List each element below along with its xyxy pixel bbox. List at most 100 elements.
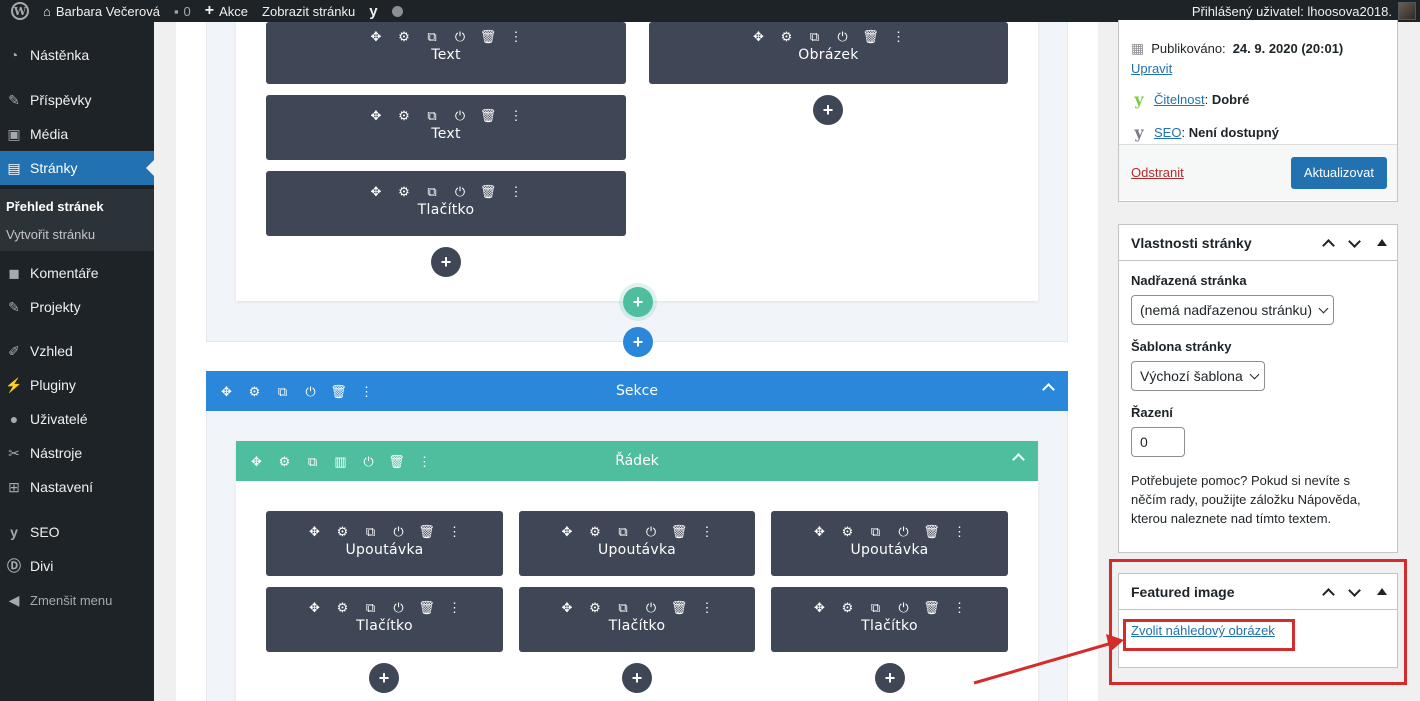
duplicate-icon[interactable]: ⧉ xyxy=(615,599,632,615)
gear-icon[interactable]: ⚙ xyxy=(334,599,351,615)
menu-item-plugins[interactable]: ⚡ Pluginy xyxy=(0,368,154,402)
module-text-2[interactable]: ✥ ⚙ ⧉ ⏻ 🗑 ⋮ Text xyxy=(266,95,626,160)
add-module-button[interactable]: + xyxy=(369,663,399,693)
gear-icon[interactable]: ⚙ xyxy=(396,107,413,123)
power-icon[interactable]: ⏻ xyxy=(895,523,912,539)
more-icon[interactable]: ⋮ xyxy=(446,599,463,615)
move-icon[interactable]: ✥ xyxy=(559,599,576,615)
more-icon[interactable]: ⋮ xyxy=(951,523,968,539)
move-icon[interactable]: ✥ xyxy=(248,453,265,469)
menu-item-comments[interactable]: ◼ Komentáře xyxy=(0,256,154,290)
update-button[interactable]: Aktualizovat xyxy=(1290,156,1387,189)
duplicate-icon[interactable]: ⧉ xyxy=(424,28,441,44)
add-row-button[interactable]: + xyxy=(623,287,653,317)
yoast-menu[interactable]: y xyxy=(362,0,384,22)
power-icon[interactable]: ⏻ xyxy=(452,107,469,123)
gear-icon[interactable]: ⚙ xyxy=(587,599,604,615)
power-icon[interactable]: ⏻ xyxy=(452,183,469,199)
move-up-chevron-icon[interactable] xyxy=(1321,236,1335,250)
power-icon[interactable]: ⏻ xyxy=(360,453,377,469)
module-button-2[interactable]: ✥ ⚙ ⧉ ⏻ 🗑 ⋮ Tlačítko xyxy=(266,587,503,652)
section-header-bar[interactable]: ✥ ⚙ ⧉ ⏻ 🗑 ⋮ Sekce xyxy=(206,371,1068,411)
comments-link[interactable]: ▪ 0 xyxy=(167,0,198,22)
collapse-chevron-icon[interactable] xyxy=(1012,451,1024,463)
trash-icon[interactable]: 🗑 xyxy=(862,28,879,44)
move-icon[interactable]: ✥ xyxy=(368,183,385,199)
power-icon[interactable]: ⏻ xyxy=(390,599,407,615)
parent-page-select[interactable]: (nemá nadřazenou stránku) xyxy=(1131,295,1334,325)
submenu-add-page[interactable]: Vytvořit stránku xyxy=(0,220,154,248)
menu-item-projects[interactable]: ✎ Projekty xyxy=(0,290,154,324)
collapse-menu-button[interactable]: ◀ Zmenšit menu xyxy=(0,583,154,617)
power-icon[interactable]: ⏻ xyxy=(834,28,851,44)
module-image[interactable]: ✥ ⚙ ⧉ ⏻ 🗑 ⋮ Obrázek xyxy=(649,22,1008,84)
trash-icon[interactable]: 🗑 xyxy=(480,183,497,199)
menu-item-pages[interactable]: ▤ Stránky xyxy=(0,151,154,185)
gear-icon[interactable]: ⚙ xyxy=(396,28,413,44)
duplicate-icon[interactable]: ⧉ xyxy=(304,453,321,469)
site-name-link[interactable]: ⌂ Barbara Večerová xyxy=(36,0,167,22)
more-icon[interactable]: ⋮ xyxy=(890,28,907,44)
module-blurb-2[interactable]: ✥ ⚙ ⧉ ⏻ 🗑 ⋮ Upoutávka xyxy=(519,511,755,576)
menu-item-appearance[interactable]: ✐ Vzhled xyxy=(0,334,154,368)
more-icon[interactable]: ⋮ xyxy=(508,28,525,44)
trash-icon[interactable]: 🗑 xyxy=(480,107,497,123)
power-icon[interactable]: ⏻ xyxy=(452,28,469,44)
gear-icon[interactable]: ⚙ xyxy=(839,599,856,615)
seo-link[interactable]: SEO xyxy=(1154,125,1181,140)
user-menu[interactable]: Přihlášený uživatel: lhoosova2018. xyxy=(1192,2,1420,20)
power-icon[interactable]: ⏻ xyxy=(643,523,660,539)
move-icon[interactable]: ✥ xyxy=(306,523,323,539)
power-icon[interactable]: ⏻ xyxy=(302,383,319,399)
menu-item-seo[interactable]: y SEO xyxy=(0,515,154,549)
more-icon[interactable]: ⋮ xyxy=(508,107,525,123)
duplicate-icon[interactable]: ⧉ xyxy=(274,383,291,399)
move-icon[interactable]: ✥ xyxy=(811,523,828,539)
duplicate-icon[interactable]: ⧉ xyxy=(867,523,884,539)
module-blurb-3[interactable]: ✥ ⚙ ⧉ ⏻ 🗑 ⋮ Upoutávka xyxy=(771,511,1008,576)
duplicate-icon[interactable]: ⧉ xyxy=(615,523,632,539)
duplicate-icon[interactable]: ⧉ xyxy=(424,183,441,199)
menu-item-divi[interactable]: Ⓓ Divi xyxy=(0,549,154,583)
trash-icon[interactable]: 🗑 xyxy=(671,599,688,615)
collapse-chevron-icon[interactable] xyxy=(1042,381,1054,393)
move-icon[interactable]: ✥ xyxy=(368,28,385,44)
toggle-panel-icon[interactable] xyxy=(1377,239,1387,246)
edit-date-link[interactable]: Upravit xyxy=(1131,61,1172,76)
more-icon[interactable]: ⋮ xyxy=(699,523,716,539)
trash-icon[interactable]: 🗑 xyxy=(923,523,940,539)
readability-link[interactable]: Čitelnost xyxy=(1154,92,1205,107)
menu-item-users[interactable]: ● Uživatelé xyxy=(0,402,154,436)
power-icon[interactable]: ⏻ xyxy=(643,599,660,615)
more-icon[interactable]: ⋮ xyxy=(446,523,463,539)
wordpress-logo-button[interactable]: W xyxy=(0,0,36,22)
delete-link[interactable]: Odstranit xyxy=(1131,165,1184,180)
move-icon[interactable]: ✥ xyxy=(306,599,323,615)
move-icon[interactable]: ✥ xyxy=(368,107,385,123)
move-icon[interactable]: ✥ xyxy=(811,599,828,615)
columns-icon[interactable]: ▥ xyxy=(332,453,349,469)
power-icon[interactable]: ⏻ xyxy=(895,599,912,615)
add-module-button[interactable]: + xyxy=(875,663,905,693)
more-icon[interactable]: ⋮ xyxy=(358,383,375,399)
order-input[interactable]: 0 xyxy=(1131,427,1185,457)
gear-icon[interactable]: ⚙ xyxy=(334,523,351,539)
more-icon[interactable]: ⋮ xyxy=(699,599,716,615)
gear-icon[interactable]: ⚙ xyxy=(587,523,604,539)
add-module-button[interactable]: + xyxy=(431,247,461,277)
trash-icon[interactable]: 🗑 xyxy=(923,599,940,615)
duplicate-icon[interactable]: ⧉ xyxy=(362,599,379,615)
move-icon[interactable]: ✥ xyxy=(750,28,767,44)
new-content-menu[interactable]: + Akce xyxy=(198,0,255,22)
menu-item-media[interactable]: ▣ Média xyxy=(0,117,154,151)
power-icon[interactable]: ⏻ xyxy=(390,523,407,539)
trash-icon[interactable]: 🗑 xyxy=(388,453,405,469)
add-module-button[interactable]: + xyxy=(622,663,652,693)
template-select[interactable]: Výchozí šablona xyxy=(1131,361,1265,391)
trash-icon[interactable]: 🗑 xyxy=(671,523,688,539)
menu-item-dashboard[interactable]: ◔ Nástěnka xyxy=(0,38,154,72)
trash-icon[interactable]: 🗑 xyxy=(480,28,497,44)
duplicate-icon[interactable]: ⧉ xyxy=(362,523,379,539)
more-icon[interactable]: ⋮ xyxy=(951,599,968,615)
row-header-bar[interactable]: ✥ ⚙ ⧉ ▥ ⏻ 🗑 ⋮ Řádek xyxy=(236,441,1038,481)
